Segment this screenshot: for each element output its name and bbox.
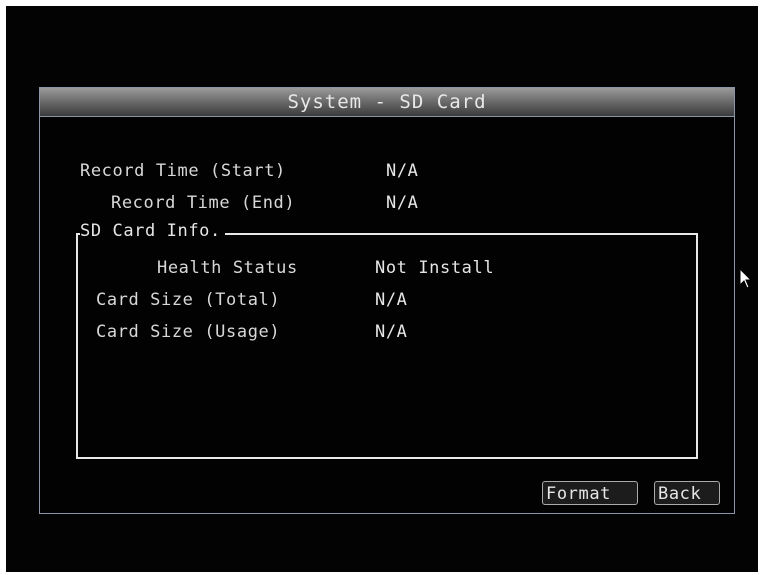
sd-card-dialog: System - SD Card Record Time (Start) N/A… [39, 87, 735, 514]
record-end-value: N/A [386, 193, 419, 213]
record-end-label: Record Time (End) [111, 193, 296, 213]
dvr-screen: System - SD Card Record Time (Start) N/A… [6, 6, 758, 572]
health-status-label: Health Status [157, 258, 298, 278]
record-start-value: N/A [386, 161, 419, 181]
card-size-usage-label: Card Size (Usage) [96, 322, 281, 342]
format-button[interactable]: Format [542, 481, 638, 505]
mouse-pointer-icon [739, 267, 753, 290]
dialog-title: System - SD Card [287, 91, 487, 113]
record-start-label: Record Time (Start) [80, 161, 286, 181]
card-size-total-value: N/A [375, 290, 408, 310]
back-button[interactable]: Back [654, 481, 720, 505]
card-size-usage-value: N/A [375, 322, 408, 342]
card-size-total-label: Card Size (Total) [96, 290, 281, 310]
health-status-value: Not Install [375, 258, 495, 278]
title-bar: System - SD Card [40, 88, 734, 117]
sd-card-info-legend: SD Card Info. [80, 220, 225, 242]
